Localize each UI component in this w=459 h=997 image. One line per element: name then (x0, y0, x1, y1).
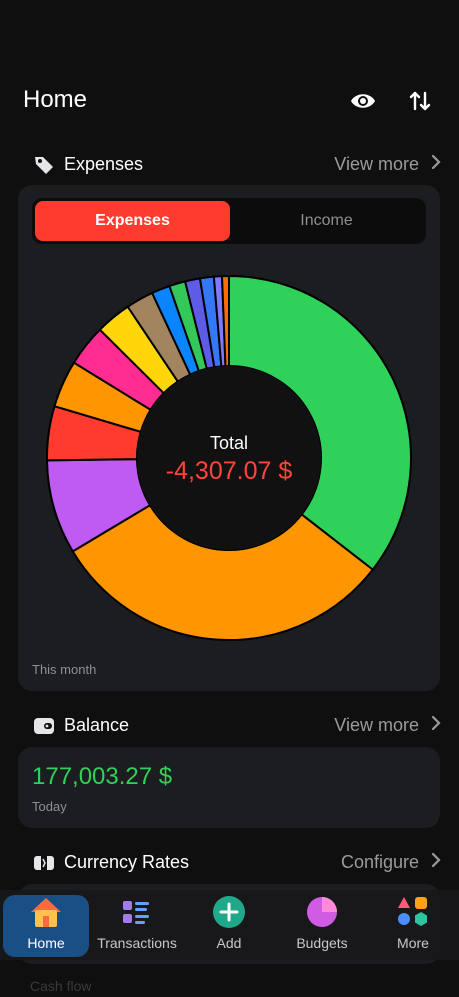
balance-value: 177,003.27 $ (32, 763, 173, 790)
tab-more-label: More (397, 935, 429, 951)
page-title: Home (23, 86, 88, 113)
tab-transactions[interactable]: Transactions (93, 895, 181, 957)
tab-budgets[interactable]: Budgets (285, 895, 359, 957)
currency-configure[interactable]: Configure (341, 852, 441, 873)
balance-view-more-label[interactable]: View more (334, 715, 419, 736)
tab-budgets-label: Budgets (296, 935, 348, 951)
shapes-icon (398, 897, 427, 926)
expenses-view-more-label[interactable]: View more (334, 154, 419, 175)
plus-circle-icon (213, 896, 245, 928)
currency-section-header: Currency Rates Configure (0, 843, 459, 883)
home-icon (31, 898, 61, 927)
period-label: This month (32, 662, 97, 677)
balance-view-more[interactable]: View more (334, 715, 441, 736)
total-value: -4,307.07 $ (165, 457, 293, 485)
exchange-icon (32, 851, 56, 875)
tab-more[interactable]: More (378, 895, 448, 957)
expenses-card: Expenses Income Total -4,307.07 $ This m… (18, 185, 440, 691)
tab-expenses[interactable]: Expenses (35, 201, 230, 241)
chevron-right-icon (431, 852, 441, 873)
tab-home[interactable]: Home (3, 895, 89, 957)
tab-home-label: Home (27, 935, 65, 951)
balance-section-header: Balance View more (0, 706, 459, 746)
sort-arrows-icon[interactable] (405, 86, 435, 116)
expenses-view-more[interactable]: View more (334, 154, 441, 175)
balance-card[interactable]: 177,003.27 $ Today (18, 747, 440, 828)
pie-icon (307, 897, 337, 927)
chevron-right-icon (431, 154, 441, 175)
tag-icon (32, 153, 56, 177)
expenses-income-toggle: Expenses Income (32, 198, 426, 244)
tab-add-label: Add (216, 935, 242, 951)
list-icon (123, 901, 149, 924)
tab-add[interactable]: Add (195, 895, 263, 957)
total-label: Total (209, 433, 249, 453)
top-header: Home (0, 70, 459, 130)
tab-income[interactable]: Income (230, 201, 423, 241)
balance-date: Today (32, 799, 67, 814)
tab-transactions-label: Transactions (97, 935, 177, 951)
expenses-title: Expenses (64, 154, 144, 174)
eye-icon[interactable] (348, 86, 378, 116)
currency-title: Currency Rates (64, 852, 190, 872)
currency-configure-label[interactable]: Configure (341, 852, 419, 873)
cash-flow-section-title: Cash flow (30, 978, 92, 994)
expenses-section-header: Expenses View more (0, 145, 459, 185)
wallet-icon (32, 714, 56, 738)
balance-title: Balance (64, 715, 130, 735)
chevron-right-icon (431, 715, 441, 736)
tab-bar: Home Transactions Add Budgets More (0, 890, 459, 960)
